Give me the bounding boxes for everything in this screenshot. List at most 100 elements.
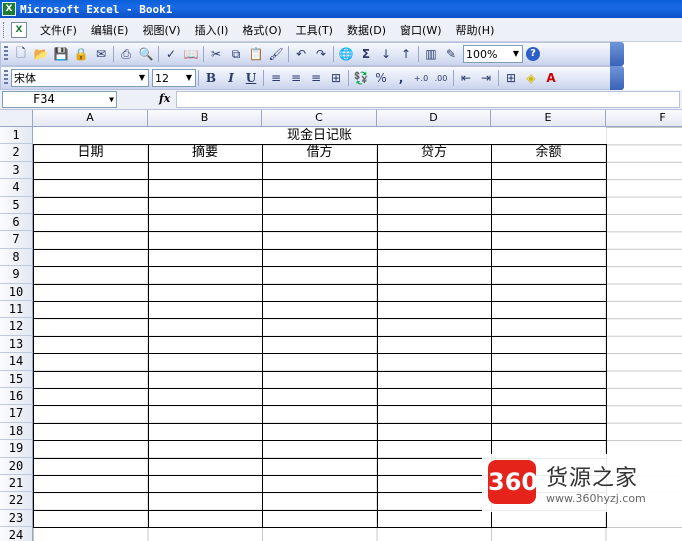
row-header[interactable]: 14: [0, 353, 33, 371]
cut-icon[interactable]: ✂: [206, 44, 226, 64]
font-size-select[interactable]: 12 ▼: [152, 69, 196, 87]
bold-icon[interactable]: B: [201, 68, 221, 88]
hyperlink-icon[interactable]: 🌐: [336, 44, 356, 64]
underline-icon[interactable]: U: [241, 68, 261, 88]
column-header[interactable]: C: [262, 110, 377, 127]
column-header[interactable]: A: [33, 110, 148, 127]
row-header[interactable]: 13: [0, 335, 33, 354]
menu-edit[interactable]: 编辑(E): [84, 22, 136, 38]
chevron-down-icon[interactable]: ▼: [183, 70, 195, 86]
open-icon[interactable]: 📂: [31, 44, 51, 64]
new-icon[interactable]: 🗋: [11, 44, 31, 64]
chevron-down-icon[interactable]: ▼: [109, 92, 114, 107]
sheet-title-cell[interactable]: 现金日记账: [33, 127, 606, 145]
spelling-icon[interactable]: ✓: [161, 44, 181, 64]
row-header[interactable]: 8: [0, 248, 33, 267]
toolbar-grip[interactable]: [4, 70, 8, 86]
paste-icon[interactable]: 📋: [246, 44, 266, 64]
print-icon[interactable]: ⎙: [116, 44, 136, 64]
help-button[interactable]: ?: [523, 44, 543, 64]
sort-ascending-icon[interactable]: ↓: [376, 44, 396, 64]
select-all-corner[interactable]: [0, 110, 33, 127]
chevron-down-icon[interactable]: ▼: [136, 70, 148, 86]
email-icon[interactable]: ✉: [91, 44, 111, 64]
align-center-icon[interactable]: ≡: [286, 68, 306, 88]
comma-button[interactable]: ,: [391, 68, 411, 88]
row-header[interactable]: 4: [0, 179, 33, 197]
row-header[interactable]: 5: [0, 196, 33, 214]
research-icon[interactable]: 📖: [181, 44, 201, 64]
chart-wizard-icon[interactable]: ▥: [421, 44, 441, 64]
row-header[interactable]: 18: [0, 422, 33, 441]
row-header[interactable]: 16: [0, 388, 33, 406]
row-header[interactable]: 11: [0, 301, 33, 319]
percent-button[interactable]: %: [371, 68, 391, 88]
column-header[interactable]: E: [491, 110, 606, 127]
decrease-indent-icon[interactable]: ⇤: [456, 68, 476, 88]
menu-file[interactable]: 文件(F): [33, 22, 84, 38]
print-preview-icon[interactable]: 🔍: [136, 44, 156, 64]
insert-function-icon[interactable]: fx: [159, 92, 170, 105]
decrease-decimal-button[interactable]: .00: [431, 68, 451, 88]
copy-icon[interactable]: ⧉: [226, 44, 246, 64]
name-box[interactable]: F34 ▼: [2, 91, 117, 108]
row-header[interactable]: 9: [0, 266, 33, 284]
permission-icon[interactable]: 🔒: [71, 44, 91, 64]
toolbar-options-button[interactable]: [610, 42, 624, 66]
italic-icon[interactable]: I: [221, 68, 241, 88]
menu-window[interactable]: 窗口(W): [393, 22, 448, 38]
row-header[interactable]: 24: [0, 527, 33, 541]
row-header[interactable]: 10: [0, 283, 33, 301]
chevron-down-icon[interactable]: ▼: [510, 46, 522, 62]
menu-data[interactable]: 数据(D): [340, 22, 393, 38]
row-header[interactable]: 7: [0, 231, 33, 249]
redo-icon[interactable]: ↷: [311, 44, 331, 64]
row-header[interactable]: 20: [0, 457, 33, 475]
menu-insert[interactable]: 插入(I): [188, 22, 236, 38]
save-icon[interactable]: 💾: [51, 44, 71, 64]
table-header-cell[interactable]: 借方: [262, 144, 377, 161]
borders-icon[interactable]: ⊞: [501, 68, 521, 88]
table-header-cell[interactable]: 摘要: [148, 144, 262, 161]
undo-icon[interactable]: ↶: [291, 44, 311, 64]
fill-color-icon[interactable]: ◈: [521, 68, 541, 88]
column-header[interactable]: B: [148, 110, 262, 127]
row-header[interactable]: 22: [0, 492, 33, 510]
increase-decimal-button[interactable]: +.0: [411, 68, 431, 88]
menu-help[interactable]: 帮助(H): [449, 22, 502, 38]
column-header[interactable]: F: [606, 110, 682, 127]
row-header[interactable]: 15: [0, 370, 33, 388]
row-header[interactable]: 2: [0, 144, 33, 162]
autosum-icon[interactable]: Σ: [356, 44, 376, 64]
row-header[interactable]: 23: [0, 509, 33, 528]
row-header[interactable]: 1: [0, 127, 33, 145]
row-header[interactable]: 6: [0, 214, 33, 232]
workbook-control-icon[interactable]: X: [11, 21, 27, 38]
menubar-grip[interactable]: [3, 21, 9, 38]
format-painter-icon[interactable]: 🖌: [266, 44, 286, 64]
increase-indent-icon[interactable]: ⇥: [476, 68, 496, 88]
menu-view[interactable]: 视图(V): [135, 22, 187, 38]
row-header[interactable]: 21: [0, 475, 33, 493]
font-name-select[interactable]: 宋体 ▼: [11, 69, 149, 87]
menu-format[interactable]: 格式(O): [235, 22, 288, 38]
font-color-icon[interactable]: A: [541, 68, 561, 88]
row-header[interactable]: 3: [0, 161, 33, 180]
table-header-cell[interactable]: 余额: [491, 144, 606, 161]
zoom-select[interactable]: 100% ▼: [463, 45, 523, 63]
currency-icon[interactable]: 💱: [351, 68, 371, 88]
table-header-cell[interactable]: 日期: [33, 144, 148, 161]
toolbar-options-button[interactable]: [610, 66, 624, 90]
merge-center-icon[interactable]: ⊞: [326, 68, 346, 88]
align-left-icon[interactable]: ≡: [266, 68, 286, 88]
row-header[interactable]: 19: [0, 440, 33, 458]
toolbar-grip[interactable]: [4, 46, 8, 62]
row-header[interactable]: 17: [0, 405, 33, 423]
menu-tools[interactable]: 工具(T): [289, 22, 340, 38]
column-header[interactable]: D: [377, 110, 491, 127]
formula-input[interactable]: [176, 91, 680, 108]
sort-descending-icon[interactable]: ↑: [396, 44, 416, 64]
table-header-cell[interactable]: 贷方: [377, 144, 491, 161]
align-right-icon[interactable]: ≡: [306, 68, 326, 88]
drawing-icon[interactable]: ✎: [441, 44, 461, 64]
